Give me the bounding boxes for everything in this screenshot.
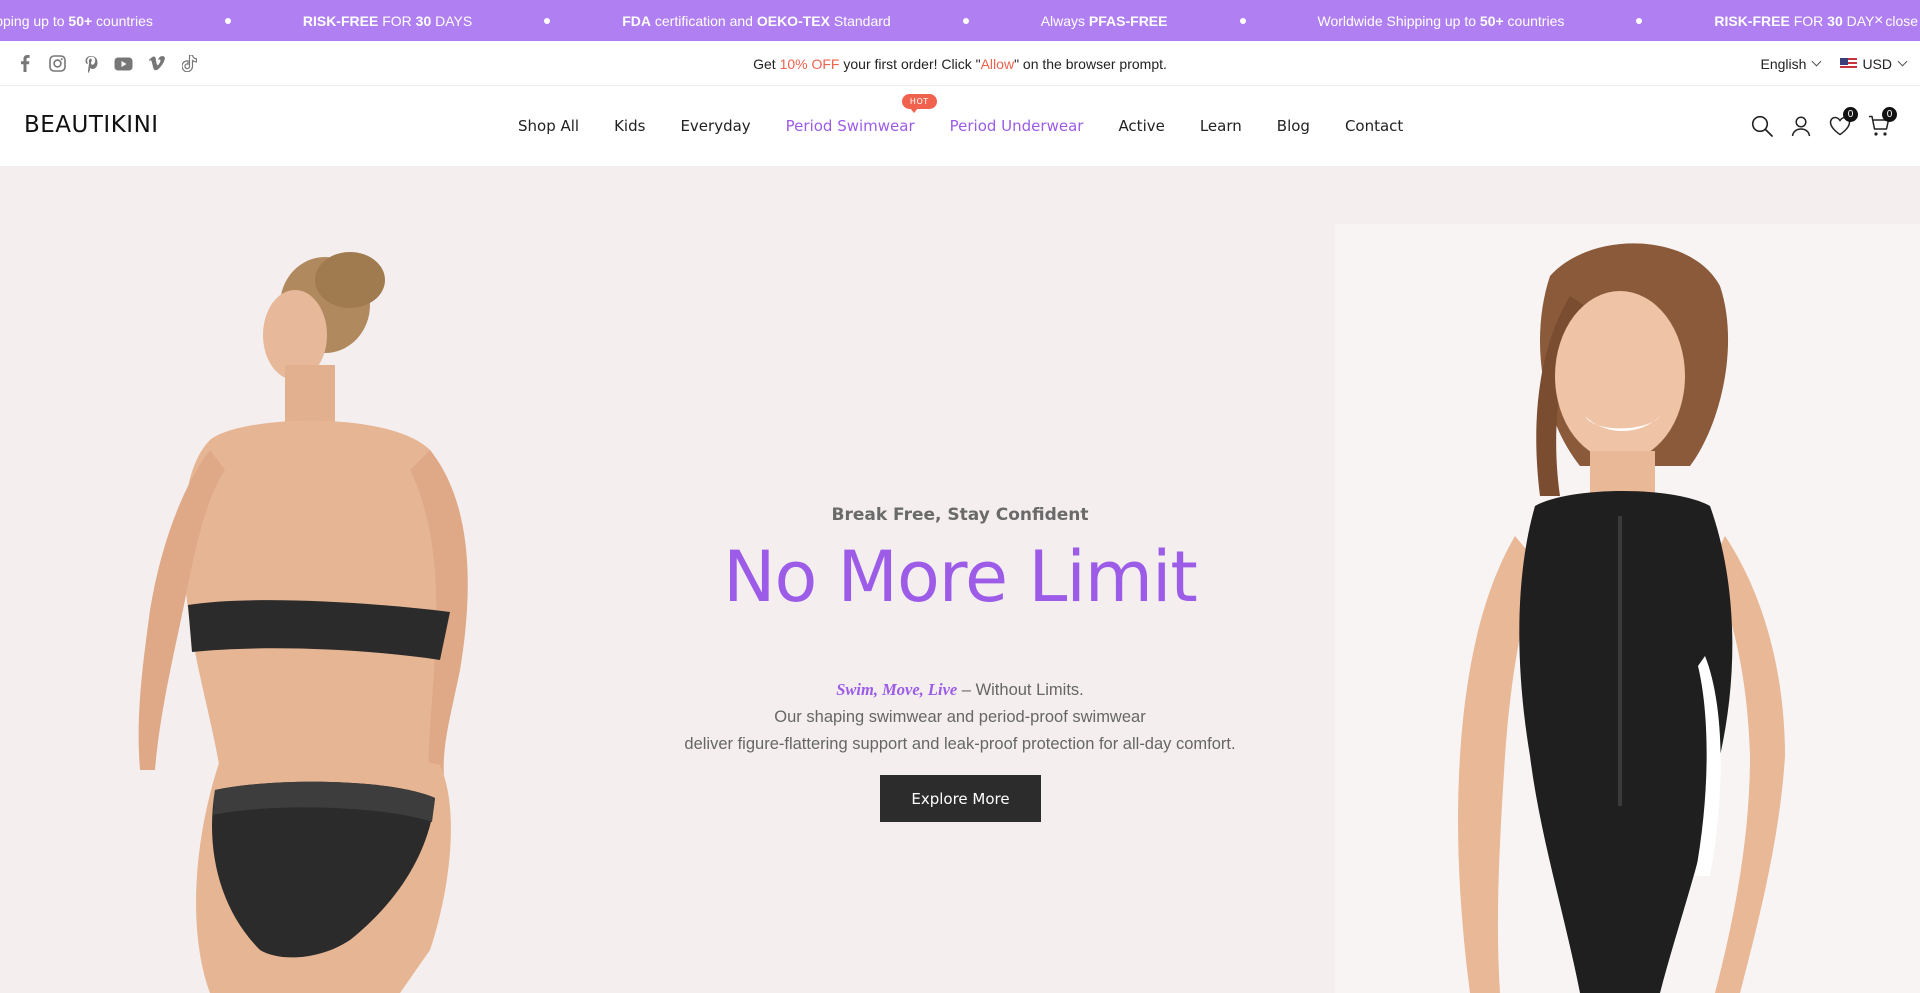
announcement-item: Always PFAS-FREE [1041, 13, 1168, 29]
announcement-close-button[interactable]: × close [1874, 0, 1920, 41]
announcement-text: countries [1503, 12, 1565, 29]
pinterest-icon[interactable] [80, 53, 101, 74]
announcement-highlight: RISK-FREE [1714, 12, 1790, 29]
promo-text: your first order! Click " [839, 55, 981, 72]
explore-more-button[interactable]: Explore More [880, 775, 1041, 822]
chevron-down-icon [1897, 56, 1908, 67]
hero-desc-line-2: Our shaping swimwear and period-proof sw… [774, 708, 1146, 726]
hero-desc-line-3: deliver figure-flattering support and le… [684, 735, 1236, 753]
currency-selector[interactable]: USD [1840, 55, 1908, 72]
social-links [14, 41, 200, 86]
nav-label: Contact [1344, 117, 1404, 135]
hero-banner: Break Free, Stay Confident No More Limit… [0, 166, 1920, 993]
announcement-text: Worldwide Shipping up to [0, 12, 65, 29]
language-label: English [1760, 55, 1807, 72]
search-icon[interactable] [1751, 115, 1773, 137]
announcement-text: DAYS [431, 12, 473, 29]
nav-label: Period Swimwear [785, 117, 915, 135]
announcement-highlight: 50+ [1479, 12, 1504, 29]
tiktok-icon[interactable] [179, 53, 200, 74]
hero-description: Swim, Move, Live – Without Limits. Our s… [0, 676, 1920, 758]
announcement-text: countries [92, 12, 153, 29]
nav-kids[interactable]: Kids [614, 117, 645, 135]
announcement-item: FDA certification and OEKO-TEX Standard [622, 13, 890, 29]
announcement-separator-dot [224, 17, 231, 24]
logo[interactable]: BEAUTIKINI [24, 112, 159, 138]
announcement-text: Standard [829, 12, 891, 29]
nav-label: Shop All [518, 117, 580, 135]
announcement-highlight: OEKO-TEX [756, 12, 830, 29]
main-header: BEAUTIKINI Shop All Kids Everyday Period Sw… [0, 86, 1920, 166]
wishlist-icon[interactable]: 0 [1829, 107, 1858, 137]
hero-desc-line-1: Swim, Move, Live – Without Limits. [0, 676, 1920, 704]
main-nav: Shop All Kids Everyday Period Swimwear HOT Pe… [518, 86, 1438, 166]
nav-learn[interactable]: Learn [1200, 117, 1242, 135]
nav-label: Kids [614, 117, 646, 135]
nav-label: Active [1118, 117, 1165, 135]
nav-contact[interactable]: Contact [1345, 117, 1403, 135]
promo-text: Get [753, 55, 776, 72]
hero-desc-emphasis: Swim, Move, Live [836, 680, 958, 699]
announcement-highlight: FDA [622, 12, 651, 29]
promo-message: Get 10% OFF your first order! Click " Al… [0, 41, 1920, 86]
announcement-highlight: RISK-FREE [302, 12, 379, 29]
close-label: close [1885, 12, 1919, 29]
announcement-bar: Worldwide Shipping up to 50+ countries RI… [0, 0, 1920, 41]
nav-period-underwear[interactable]: Period Underwear [950, 117, 1084, 135]
nav-shop-all[interactable]: Shop All [518, 117, 579, 135]
nav-label: Blog [1276, 117, 1310, 135]
announcement-text: Always [1040, 12, 1089, 29]
nav-active[interactable]: Active [1118, 117, 1164, 135]
announcement-item: Worldwide Shipping up to 50+ countries [1318, 13, 1565, 29]
header-actions: 0 0 [1751, 86, 1897, 166]
vimeo-icon[interactable] [146, 53, 167, 74]
wishlist-count-badge: 0 [1843, 107, 1858, 122]
hot-badge: HOT [901, 94, 937, 113]
announcement-separator-dot [544, 17, 551, 24]
announcement-text: DAYS [1846, 12, 1875, 29]
us-flag-icon [1840, 57, 1858, 70]
locale-selectors: English USD [1760, 41, 1908, 86]
announcement-text: certification and [651, 12, 757, 29]
hero-headline: No More Limit [723, 536, 1198, 618]
currency-label: USD [1862, 55, 1892, 72]
announcement-item: Worldwide Shipping up to 50+ countries [0, 13, 153, 29]
hero-desc-rest: – Without Limits. [957, 681, 1084, 699]
announcement-separator-dot [1239, 17, 1246, 24]
close-icon: × [1874, 11, 1884, 29]
language-selector[interactable]: English [1760, 55, 1822, 72]
announcement-highlight: 30 [1827, 12, 1843, 29]
nav-everyday[interactable]: Everyday [680, 117, 750, 135]
announcement-separator-dot [1636, 17, 1643, 24]
hero-eyebrow: Break Free, Stay Confident [831, 505, 1089, 525]
cart-count-badge: 0 [1882, 107, 1897, 122]
account-icon[interactable] [1790, 115, 1812, 137]
announcement-text: Worldwide Shipping up to [1317, 12, 1480, 29]
facebook-icon[interactable] [14, 53, 35, 74]
promo-discount: 10% OFF [779, 55, 840, 72]
announcement-highlight: 30 [415, 12, 432, 29]
promo-text: " on the browser prompt. [1014, 55, 1167, 72]
nav-period-swimwear[interactable]: Period Swimwear HOT [785, 94, 937, 135]
announcement-highlight: 50+ [68, 12, 93, 29]
nav-label: Everyday [680, 117, 751, 135]
announcement-text: FOR [1789, 12, 1828, 29]
announcement-highlight: PFAS-FREE [1088, 12, 1168, 29]
youtube-icon[interactable] [113, 53, 134, 74]
announcement-text: FOR [378, 12, 416, 29]
cart-icon[interactable]: 0 [1868, 107, 1897, 137]
nav-label: Learn [1199, 117, 1242, 135]
announcement-separator-dot [962, 17, 969, 24]
utility-bar: Get 10% OFF your first order! Click " Al… [0, 41, 1920, 86]
nav-blog[interactable]: Blog [1277, 117, 1310, 135]
announcement-item: RISK-FREE FOR 30 DAYS [1714, 13, 1875, 29]
announcement-item: RISK-FREE FOR 30 DAYS [303, 13, 472, 29]
announcement-marquee: Worldwide Shipping up to 50+ countries RI… [0, 0, 1875, 41]
model-image-left [138, 252, 468, 993]
promo-allow: Allow [980, 55, 1015, 72]
instagram-icon[interactable] [47, 53, 68, 74]
nav-label: Period Underwear [949, 117, 1084, 135]
chevron-down-icon [1811, 56, 1822, 67]
